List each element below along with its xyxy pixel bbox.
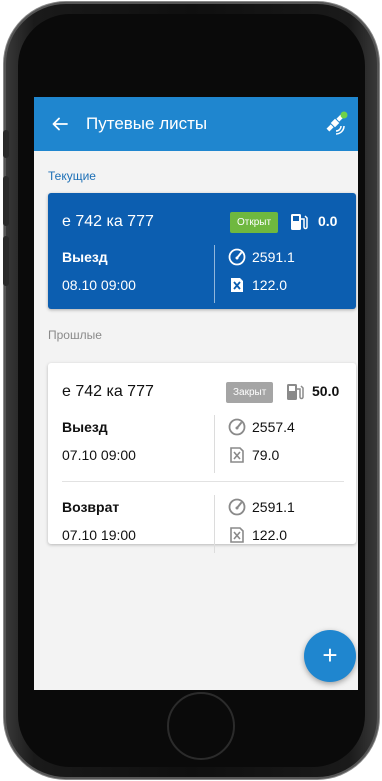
- current-waybill-card[interactable]: е 742 ка 777 Открыт 0.0 Выезд 08.10 09:0…: [48, 193, 356, 309]
- home-button: [167, 692, 235, 760]
- departure-label: Выезд: [62, 419, 108, 435]
- speedometer-icon: [228, 498, 246, 516]
- fuel-pump-icon: [291, 214, 308, 230]
- odometer-value: 2557.4: [252, 419, 295, 435]
- fuel-can-icon: [230, 447, 244, 463]
- vehicle-plate: е 742 ка 777: [62, 383, 154, 400]
- return-label: Возврат: [62, 499, 120, 515]
- mute-switch: [3, 130, 9, 158]
- departure-label: Выезд: [62, 249, 108, 265]
- segment-divider: [62, 481, 344, 482]
- satellite-icon[interactable]: [322, 109, 350, 137]
- past-waybill-card[interactable]: е 742 ка 777 Закрыт 50.0 Выезд 07.10 09:…: [48, 363, 356, 553]
- speedometer-icon: [228, 418, 246, 436]
- section-past-title: Прошлые: [48, 328, 102, 342]
- vertical-divider: [214, 245, 215, 303]
- volume-up-button: [3, 176, 9, 226]
- departure-time: 07.10 09:00: [62, 447, 136, 463]
- volume-down-button: [3, 236, 9, 286]
- back-button[interactable]: [34, 97, 86, 151]
- fuel-value: 0.0: [318, 213, 338, 229]
- odometer-value: 2591.1: [252, 499, 295, 515]
- fuel-can-icon: [230, 527, 244, 543]
- vertical-divider: [214, 415, 215, 473]
- status-badge: Открыт: [230, 212, 279, 233]
- page-title: Путевые листы: [86, 114, 208, 133]
- plus-icon: +: [322, 640, 338, 670]
- app-bar: Путевые листы: [34, 97, 358, 151]
- fuel-value: 50.0: [312, 383, 340, 399]
- departure-segment: Выезд 07.10 09:00 2557.4 79.0: [62, 415, 344, 475]
- vertical-divider: [214, 495, 215, 553]
- vehicle-plate: е 742 ка 777: [62, 213, 154, 230]
- fuel-can-icon: [231, 278, 243, 292]
- arrow-left-icon: [52, 117, 68, 131]
- fuel-value: 79.0: [252, 447, 280, 463]
- return-segment: Возврат 07.10 19:00 2591.1 122.0: [62, 495, 344, 555]
- speedometer-icon: [228, 248, 246, 266]
- fuel-value: 122.0: [252, 527, 288, 543]
- status-badge: Закрыт: [226, 382, 274, 403]
- app-screen: Путевые листы Текущие е 742 ка 777 Откры…: [34, 97, 358, 690]
- add-waybill-button[interactable]: +: [304, 630, 356, 682]
- fuel-value: 122.0: [252, 277, 288, 293]
- departure-time: 08.10 09:00: [62, 277, 136, 293]
- fuel-pump-icon: [287, 384, 304, 400]
- departure-segment: Выезд 08.10 09:00 2591.1 122.0: [62, 245, 344, 305]
- section-current-title: Текущие: [48, 169, 96, 183]
- return-time: 07.10 19:00: [62, 527, 136, 543]
- odometer-value: 2591.1: [252, 249, 295, 265]
